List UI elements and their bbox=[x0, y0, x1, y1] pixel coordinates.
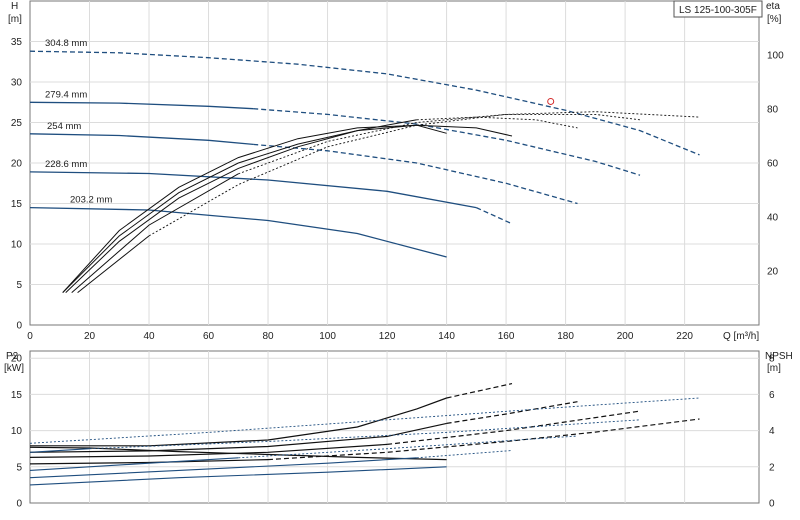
flow-tick-label: 40 bbox=[143, 331, 155, 342]
head-chart-grid bbox=[29, 0, 760, 326]
head-tick-label: 25 bbox=[11, 118, 23, 129]
eta-tick-label: 100 bbox=[767, 51, 784, 62]
eta-axis-label: eta bbox=[766, 1, 780, 12]
impeller-diameter-label: 254 mm bbox=[47, 121, 81, 132]
flow-axis-label: Q [m³/h] bbox=[723, 331, 759, 342]
flow-tick-label: 180 bbox=[557, 331, 574, 342]
power-axis-unit: [kW] bbox=[4, 363, 24, 374]
npsh-tick-label: 0 bbox=[769, 499, 775, 510]
power-plot-frame bbox=[29, 350, 760, 504]
head-tick-label: 5 bbox=[16, 280, 22, 291]
flow-tick-label: 200 bbox=[617, 331, 634, 342]
flow-tick-label: 0 bbox=[27, 331, 33, 342]
flow-tick-label: 140 bbox=[438, 331, 455, 342]
head-tick-label: 35 bbox=[11, 37, 23, 48]
impeller-diameter-label: 203.2 mm bbox=[70, 195, 112, 206]
flow-tick-label: 220 bbox=[676, 331, 693, 342]
head-tick-label: 15 bbox=[11, 199, 23, 210]
flow-tick-label: 60 bbox=[203, 331, 215, 342]
power-tick-label: 10 bbox=[11, 426, 23, 437]
power-chart-grid bbox=[29, 350, 760, 504]
power-tick-label: 15 bbox=[11, 390, 23, 401]
head-tick-label: 20 bbox=[11, 159, 23, 170]
impeller-diameter-label: 228.6 mm bbox=[45, 159, 87, 170]
npsh-axis-unit: [m] bbox=[767, 363, 781, 374]
impeller-diameter-label: 304.8 mm bbox=[45, 38, 87, 49]
head-tick-label: 0 bbox=[16, 321, 22, 332]
head-tick-label: 10 bbox=[11, 240, 23, 251]
flow-tick-label: 160 bbox=[498, 331, 515, 342]
power-tick-label: 5 bbox=[16, 462, 22, 473]
eta-tick-label: 40 bbox=[767, 213, 779, 224]
head-axis-label: H bbox=[11, 1, 18, 12]
head-tick-label: 30 bbox=[11, 78, 23, 89]
head-axis-unit: [m] bbox=[8, 14, 22, 25]
eta-tick-label: 60 bbox=[767, 159, 779, 170]
chart-title: LS 125-100-305F bbox=[679, 5, 757, 16]
eta-tick-label: 80 bbox=[767, 105, 779, 116]
power-tick-label: 0 bbox=[16, 499, 22, 510]
eta-axis-unit: [%] bbox=[767, 14, 782, 25]
power-axis-label: P2 bbox=[6, 351, 19, 362]
npsh-tick-label: 4 bbox=[769, 426, 775, 437]
eta-tick-label: 20 bbox=[767, 267, 779, 278]
flow-tick-label: 80 bbox=[262, 331, 274, 342]
flow-tick-label: 100 bbox=[319, 331, 336, 342]
impeller-diameter-label: 279.4 mm bbox=[45, 89, 87, 100]
flow-tick-label: 120 bbox=[379, 331, 396, 342]
npsh-tick-label: 6 bbox=[769, 390, 775, 401]
npsh-axis-label: NPSH bbox=[765, 351, 793, 362]
pump-curve-chart: 304.8 mm 279.4 mm 254 mm 228.6 mm 203.2 mm 0… bbox=[4, 0, 793, 510]
flow-tick-label: 20 bbox=[84, 331, 96, 342]
npsh-tick-label: 2 bbox=[769, 462, 775, 473]
